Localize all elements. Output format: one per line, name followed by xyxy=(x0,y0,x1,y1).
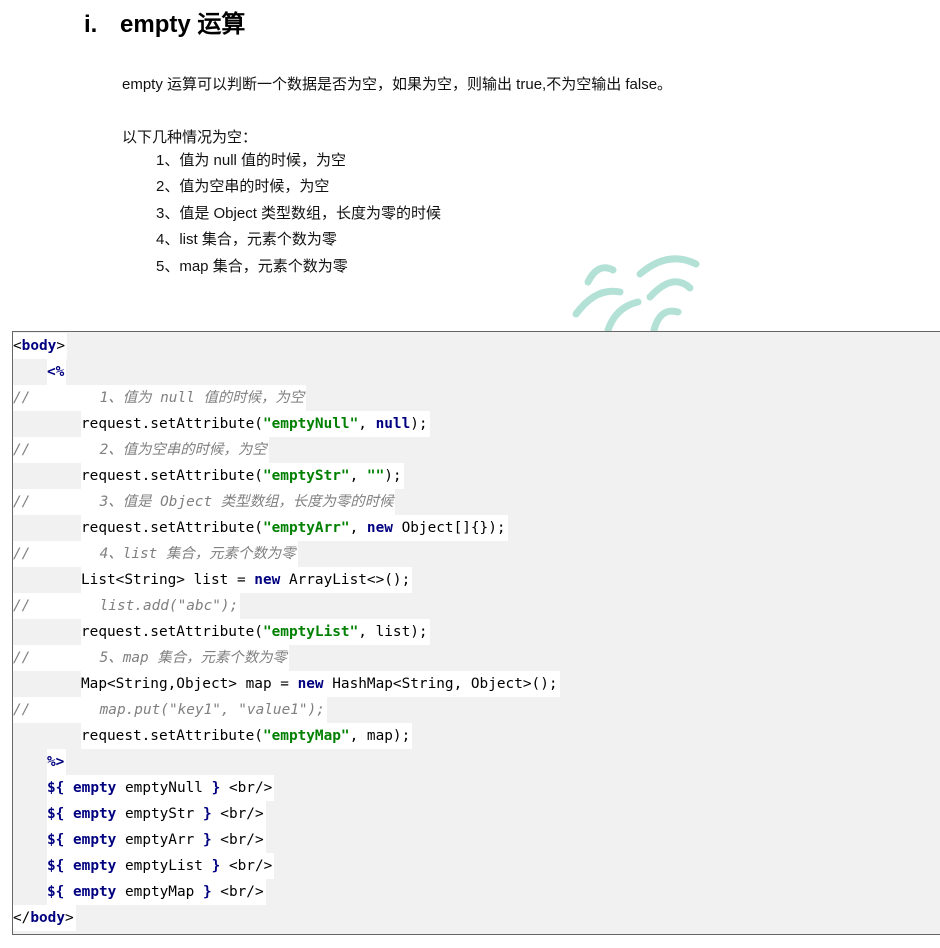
code-line: request.setAttribute("emptyList", list); xyxy=(81,619,430,645)
section-heading: i. empty 运算 xyxy=(84,4,245,39)
list-item: 5、map 集合，元素个数为零 xyxy=(156,257,348,275)
code-line: List<String> list = new ArrayList<>(); xyxy=(81,567,413,593)
code-comment: // 1、值为 null 值的时候，为空 xyxy=(13,385,307,411)
list-item: 4、list 集合，元素个数为零 xyxy=(156,231,337,249)
code-comment: // 4、list 集合，元素个数为零 xyxy=(13,541,298,567)
code-line: <% xyxy=(47,359,67,385)
code-line: Map<String,Object> map = new HashMap<Str… xyxy=(81,671,560,697)
heading-number: i. xyxy=(84,11,98,38)
code-line: ${ empty emptyList } <br/> xyxy=(47,853,275,879)
empty-cases-list: 1、值为 null 值的时候，为空 2、值为空串的时候，为空 3、值是 Obje… xyxy=(156,151,441,283)
code-comment: // 5、map 集合，元素个数为零 xyxy=(13,645,289,671)
heading-title: empty 运算 xyxy=(120,11,246,38)
code-line: request.setAttribute("emptyMap", map); xyxy=(81,723,413,749)
code-line: ${ empty emptyNull } <br/> xyxy=(47,775,275,801)
intro-paragraph: empty 运算可以判断一个数据是否为空，如果为空，则输出 true,不为空输出… xyxy=(122,76,673,93)
code-line: ${ empty emptyArr } <br/> xyxy=(47,827,266,853)
code-block: <body> <% // 1、值为 null 值的时候，为空 request.s… xyxy=(12,331,940,935)
code-line: request.setAttribute("emptyNull", null); xyxy=(81,411,430,437)
code-line: %> xyxy=(47,749,67,775)
code-line: ${ empty emptyMap } <br/> xyxy=(47,879,266,905)
watermark-logo xyxy=(572,255,700,332)
code-line: ${ empty emptyStr } <br/> xyxy=(47,801,266,827)
list-item: 3、值是 Object 类型数组，长度为零的时候 xyxy=(156,204,442,222)
code-comment: // 3、值是 Object 类型数组，长度为零的时候 xyxy=(13,489,396,515)
code-line: </body> xyxy=(13,905,76,931)
code-line: <body> xyxy=(13,333,67,359)
list-item: 2、值为空串的时候，为空 xyxy=(156,178,330,196)
code-comment: // map.put("key1", "value1"); xyxy=(13,697,327,723)
list-item: 1、值为 null 值的时候，为空 xyxy=(156,152,347,169)
code-comment: // list.add("abc"); xyxy=(13,593,241,619)
code-line: request.setAttribute("emptyStr", ""); xyxy=(81,463,404,489)
code-line: request.setAttribute("emptyArr", new Obj… xyxy=(81,515,508,541)
cases-intro: 以下几种情况为空： xyxy=(122,129,258,146)
code-comment: // 2、值为空串的时候，为空 xyxy=(13,437,269,463)
